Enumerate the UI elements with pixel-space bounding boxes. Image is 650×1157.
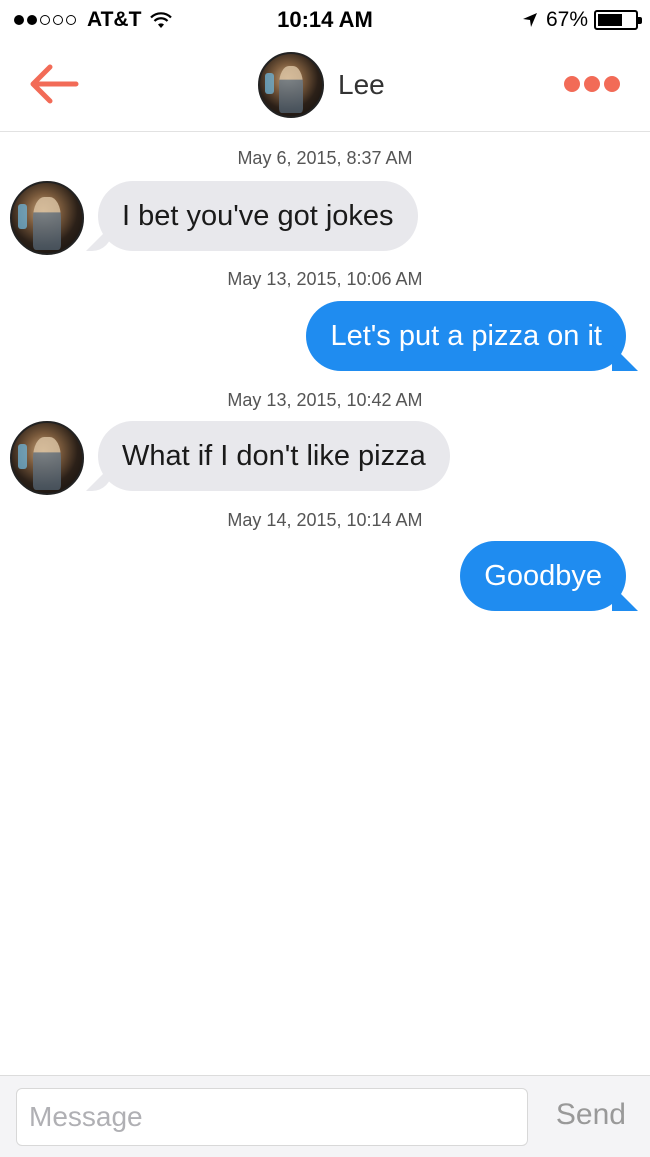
back-arrow-icon[interactable] <box>26 62 80 106</box>
avatar-detail <box>33 437 61 490</box>
contact-info[interactable]: Lee <box>258 52 385 118</box>
message-timestamp: May 6, 2015, 8:37 AM <box>237 148 413 168</box>
contact-avatar[interactable] <box>258 52 324 118</box>
avatar-detail <box>278 66 304 113</box>
more-dots-icon[interactable] <box>560 76 620 92</box>
location-arrow-icon <box>522 13 537 27</box>
more-dot <box>604 76 620 92</box>
contact-name[interactable]: Lee <box>338 69 385 101</box>
send-button[interactable]: Send <box>556 1098 626 1132</box>
outgoing-message-bubble[interactable]: Goodbye <box>460 541 626 611</box>
sender-avatar[interactable] <box>10 421 84 495</box>
battery-icon <box>594 10 642 30</box>
message-timestamp: May 14, 2015, 10:14 AM <box>227 510 423 530</box>
battery-level <box>598 14 622 26</box>
incoming-message-bubble[interactable]: I bet you've got jokes <box>98 181 418 251</box>
message-composer: Send <box>0 1075 650 1157</box>
status-right: 67% <box>522 8 642 32</box>
message-timestamp: May 13, 2015, 10:06 AM <box>227 269 423 289</box>
more-dot <box>564 76 580 92</box>
avatar-detail <box>33 197 61 250</box>
avatar-detail <box>17 204 28 229</box>
battery-tip <box>638 17 642 24</box>
avatar-detail <box>17 444 28 469</box>
sender-avatar[interactable] <box>10 181 84 255</box>
status-bar: AT&T 10:14 AM 67% <box>0 0 650 42</box>
avatar-detail <box>264 72 274 95</box>
outgoing-message-bubble[interactable]: Let's put a pizza on it <box>306 301 626 371</box>
incoming-message-bubble[interactable]: What if I don't like pizza <box>98 421 450 491</box>
message-timestamp: May 13, 2015, 10:42 AM <box>227 390 423 410</box>
battery-percentage: 67% <box>545 8 588 31</box>
more-dot <box>584 76 600 92</box>
message-input[interactable] <box>16 1088 528 1146</box>
chat-screen: AT&T 10:14 AM 67% Lee May 6, 2015, 8:37 … <box>0 0 650 1157</box>
chat-header: Lee <box>0 42 650 132</box>
